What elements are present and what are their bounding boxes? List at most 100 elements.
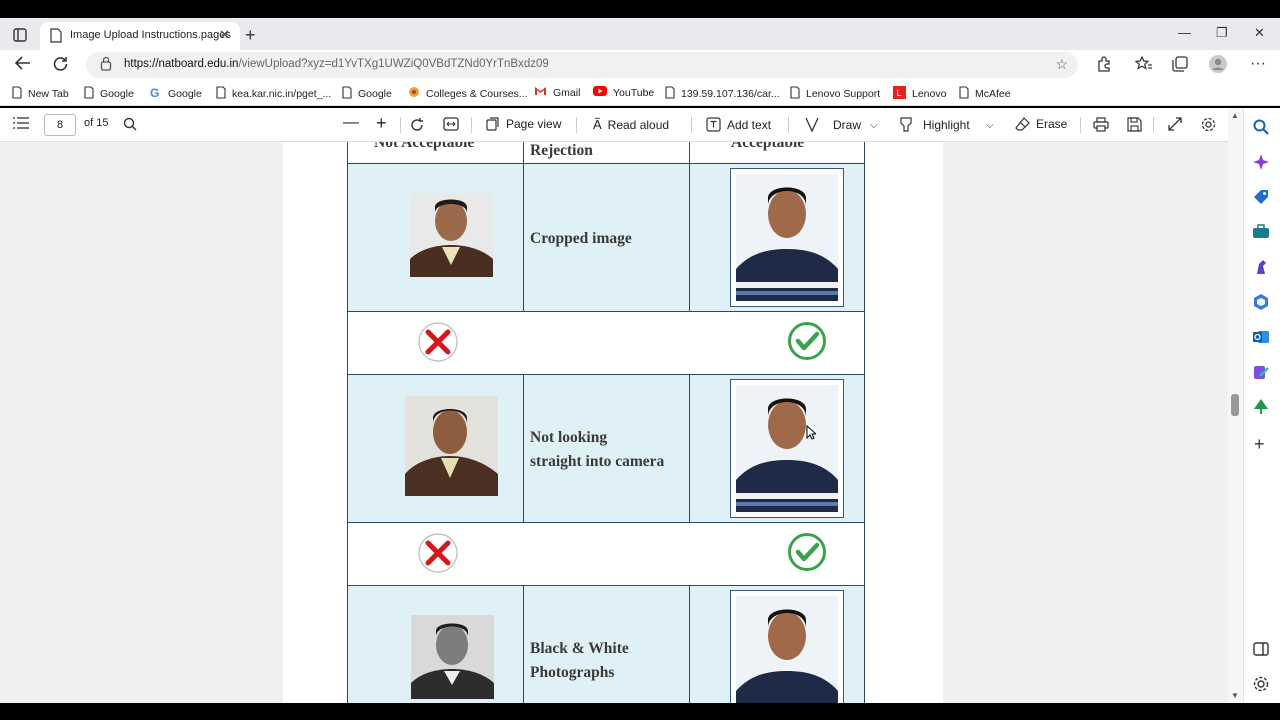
svg-text:G: G: [150, 86, 159, 98]
search-icon[interactable]: [1252, 118, 1270, 136]
header-cell-rejection: Rejection: [523, 142, 690, 164]
browser-tab-active[interactable]: Image Upload Instructions.pages ✕: [40, 22, 240, 50]
reason-cell: Black & White Photographs: [523, 585, 690, 703]
refresh-icon[interactable]: [52, 56, 68, 77]
bookmark-item[interactable]: Google: [342, 86, 392, 102]
minimize-icon[interactable]: —: [1178, 25, 1191, 40]
check-icon: [788, 322, 826, 360]
toolbar-divider: [1080, 117, 1081, 133]
bookmark-item[interactable]: kea.kar.nic.in/pget_...: [216, 86, 331, 102]
accepted-photo-cell: [689, 374, 865, 523]
new-tab-button[interactable]: +: [245, 25, 256, 46]
rejected-photo-cell: [347, 163, 524, 312]
highlight-button[interactable]: Highlight: [899, 117, 970, 132]
draw-label: Draw: [833, 117, 862, 132]
sidebar-layout-icon[interactable]: [1252, 640, 1270, 658]
page-view-button[interactable]: Page view: [486, 117, 561, 131]
reason-cell: Cropped image: [523, 163, 690, 312]
erase-button[interactable]: Erase: [1015, 117, 1067, 131]
collections-icon[interactable]: [1172, 56, 1188, 77]
scroll-up-icon[interactable]: ▲: [1231, 111, 1239, 120]
header-acceptable: Acceptable: [731, 142, 805, 151]
highlight-label: Highlight: [923, 117, 970, 132]
highlight-icon: [900, 117, 912, 132]
games-icon[interactable]: [1252, 258, 1270, 276]
search-icon[interactable]: [123, 117, 137, 131]
toolbar-divider: [788, 117, 789, 133]
add-text-button[interactable]: Add text: [706, 117, 771, 132]
lock-icon[interactable]: [100, 56, 112, 77]
bookmark-label: Google: [358, 88, 392, 100]
bookmark-item[interactable]: Google: [84, 86, 134, 102]
restore-icon[interactable]: ❐: [1216, 25, 1228, 41]
cross-icon: [418, 322, 458, 362]
more-menu-icon[interactable]: ···: [1250, 55, 1266, 73]
fullscreen-icon[interactable]: [1168, 117, 1182, 131]
sparkle-icon[interactable]: [1252, 153, 1270, 171]
favorites-icon[interactable]: [1134, 55, 1153, 77]
bookmark-item[interactable]: Lenovo Support: [790, 86, 880, 102]
tab-actions-icon[interactable]: [13, 28, 27, 47]
add-favorite-icon[interactable]: ☆: [1055, 56, 1068, 73]
bookmark-label: Lenovo: [912, 88, 947, 100]
office-icon[interactable]: [1252, 293, 1270, 311]
reason-cell: Not looking straight into camera: [523, 374, 690, 523]
toolbox-icon[interactable]: [1252, 223, 1270, 241]
page-number-input[interactable]: 8: [44, 114, 76, 136]
read-aloud-icon: A᷉: [593, 117, 602, 132]
bookmark-item[interactable]: New Tab: [12, 86, 69, 102]
accepted-photo-cell: [689, 585, 865, 703]
draw-button[interactable]: Draw: [805, 117, 861, 132]
scrollbar-thumb[interactable]: [1231, 394, 1239, 416]
contents-icon[interactable]: [13, 117, 29, 129]
sidebar-settings-gear-icon[interactable]: [1252, 675, 1270, 693]
profile-avatar[interactable]: [1209, 55, 1227, 78]
shopping-tag-icon[interactable]: [1252, 188, 1270, 206]
read-aloud-button[interactable]: A᷉ Read aloud: [593, 117, 669, 132]
close-tab-icon[interactable]: ✕: [219, 27, 230, 43]
zoom-out-icon[interactable]: —: [343, 114, 359, 132]
url-text[interactable]: https://natboard.edu.in/viewUpload?xyz=d…: [124, 58, 549, 70]
save-icon[interactable]: [1127, 117, 1142, 132]
youtube-icon: [593, 86, 607, 99]
add-sidebar-app-icon[interactable]: +: [1254, 434, 1265, 455]
designer-icon[interactable]: [1252, 363, 1270, 381]
back-icon[interactable]: [14, 56, 31, 75]
close-window-icon[interactable]: ✕: [1254, 25, 1265, 41]
tree-icon[interactable]: [1252, 398, 1270, 416]
bookmark-label: McAfee: [975, 88, 1011, 100]
pdf-viewer-area[interactable]: Not Acceptable Rejection Acceptable Crop…: [0, 142, 1228, 703]
page-total: of 15: [84, 117, 109, 129]
bookmark-item[interactable]: L Lenovo: [893, 86, 946, 102]
bookmark-item[interactable]: Gmail: [534, 86, 580, 99]
page-icon: [84, 86, 94, 102]
bookmark-item[interactable]: YouTube: [593, 86, 654, 99]
bookmark-item[interactable]: McAfee: [959, 86, 1011, 102]
bookmark-label: Colleges & Courses...: [426, 87, 528, 100]
print-icon[interactable]: [1093, 117, 1109, 132]
address-bar[interactable]: https://natboard.edu.in/viewUpload?xyz=d…: [86, 52, 1078, 78]
rotate-icon[interactable]: [409, 117, 425, 133]
reason-line1: Not looking: [530, 429, 608, 446]
accepted-photo: [736, 596, 838, 703]
settings-gear-icon[interactable]: [1201, 117, 1216, 132]
outlook-icon[interactable]: [1252, 328, 1270, 346]
bookmark-item[interactable]: 139.59.107.136/car...: [665, 86, 780, 102]
scroll-down-icon[interactable]: ▼: [1231, 691, 1239, 700]
reason-line1: Black & White: [530, 640, 629, 657]
page-view-icon: [486, 117, 499, 131]
bookmark-item[interactable]: Colleges & Courses...: [408, 86, 528, 101]
bookmark-label: Google: [100, 88, 134, 100]
fit-page-icon[interactable]: [443, 117, 459, 131]
highlight-options-chevron-icon[interactable]: ⌵: [986, 120, 994, 131]
page-icon: [959, 86, 969, 102]
check-icon: [788, 533, 826, 571]
zoom-in-icon[interactable]: +: [376, 113, 387, 134]
header-cell-acceptable: Acceptable: [689, 142, 865, 164]
add-text-icon: [706, 117, 721, 132]
toolbar-divider: [1153, 117, 1154, 133]
bookmark-item[interactable]: G Google: [150, 86, 202, 101]
extensions-icon[interactable]: [1096, 56, 1112, 77]
draw-options-chevron-icon[interactable]: ⌵: [870, 120, 878, 131]
page-icon: [342, 86, 352, 102]
